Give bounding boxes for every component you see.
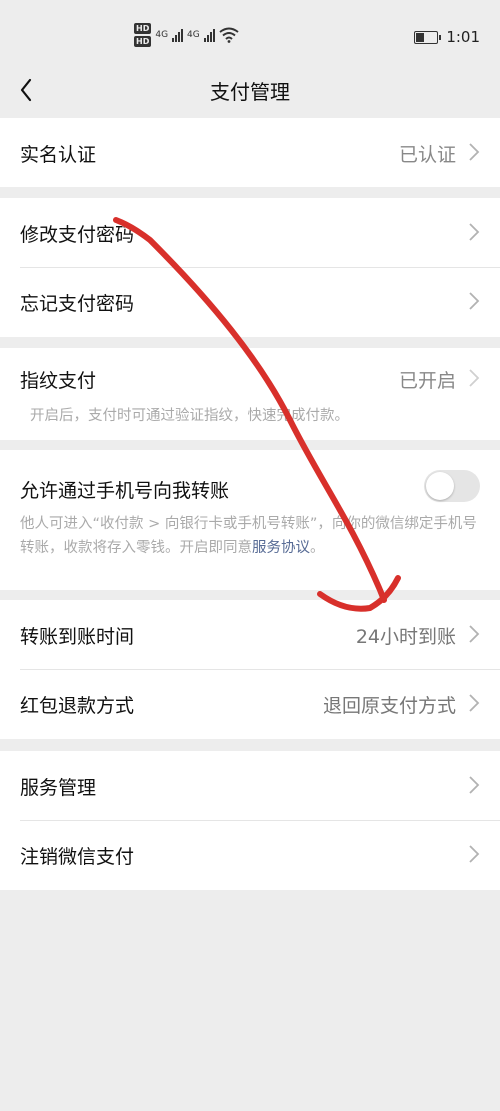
network-type-2: 4G bbox=[187, 30, 200, 40]
battery-icon bbox=[414, 30, 442, 44]
status-bar: HD HD 4G 4G 1:01 bbox=[0, 0, 500, 70]
network-type-1: 4G bbox=[155, 30, 169, 40]
page-title: 支付管理 bbox=[210, 80, 290, 104]
real-name-label: 实名认证 bbox=[20, 144, 97, 166]
arrival-time-label: 转账到账时间 bbox=[20, 626, 135, 648]
forgot-password-row[interactable]: 忘记支付密码 bbox=[0, 267, 500, 336]
service-manage-row[interactable]: 服务管理 bbox=[0, 751, 500, 820]
hd-badge-2: HD bbox=[134, 36, 152, 47]
cancel-wechat-pay-label: 注销微信支付 bbox=[20, 846, 135, 868]
nav-bar: 支付管理 bbox=[0, 70, 500, 118]
chevron-right-icon bbox=[468, 775, 480, 795]
transfer-group: 转账到账时间 24小时到账 红包退款方式 退回原支付方式 bbox=[0, 600, 500, 739]
battery-time: 1:01 bbox=[414, 28, 480, 46]
wifi-icon bbox=[219, 27, 239, 43]
phone-transfer-toggle[interactable] bbox=[424, 470, 480, 502]
real-name-row[interactable]: 实名认证 已认证 bbox=[0, 118, 500, 187]
change-password-row[interactable]: 修改支付密码 bbox=[0, 198, 500, 267]
verify-group: 实名认证 已认证 bbox=[0, 118, 500, 187]
service-manage-label: 服务管理 bbox=[20, 777, 97, 799]
phone-transfer-description: 他人可进入“收付款 > 向银行卡或手机号转账”，向你的微信绑定手机号转账，收款将… bbox=[20, 512, 480, 560]
service-agreement-link[interactable]: 服务协议 bbox=[252, 540, 310, 556]
hd-badge-1: HD bbox=[134, 23, 152, 34]
signal-icon bbox=[172, 28, 184, 42]
chevron-right-icon bbox=[468, 624, 480, 644]
refund-method-label: 红包退款方式 bbox=[20, 695, 135, 717]
phone-transfer-desc-end: 。 bbox=[310, 540, 325, 556]
service-group: 服务管理 注销微信支付 bbox=[0, 751, 500, 890]
change-password-label: 修改支付密码 bbox=[20, 224, 135, 246]
chevron-right-icon bbox=[468, 142, 480, 162]
fingerprint-label: 指纹支付 bbox=[20, 370, 97, 392]
network-status: HD HD 4G 4G bbox=[134, 22, 239, 48]
chevron-right-icon bbox=[468, 368, 480, 388]
password-group: 修改支付密码 忘记支付密码 bbox=[0, 198, 500, 337]
fingerprint-status: 已开启 bbox=[398, 370, 456, 392]
chevron-right-icon bbox=[468, 693, 480, 713]
refund-method-value: 退回原支付方式 bbox=[322, 695, 456, 717]
cancel-wechat-pay-row[interactable]: 注销微信支付 bbox=[0, 820, 500, 889]
phone-transfer-group: 允许通过手机号向我转账 他人可进入“收付款 > 向银行卡或手机号转账”，向你的微… bbox=[0, 450, 500, 590]
chevron-right-icon bbox=[468, 222, 480, 242]
real-name-status: 已认证 bbox=[398, 144, 456, 166]
signal-icon-2 bbox=[203, 28, 215, 42]
phone-transfer-desc-text: 他人可进入“收付款 > 向银行卡或手机号转账”，向你的微信绑定手机号转账，收款将… bbox=[20, 516, 477, 556]
forgot-password-label: 忘记支付密码 bbox=[20, 293, 135, 315]
arrival-time-row[interactable]: 转账到账时间 24小时到账 bbox=[0, 600, 500, 669]
phone-transfer-row: 允许通过手机号向我转账 bbox=[0, 450, 500, 520]
chevron-right-icon bbox=[468, 844, 480, 864]
refund-method-row[interactable]: 红包退款方式 退回原支付方式 bbox=[0, 669, 500, 738]
phone-transfer-label: 允许通过手机号向我转账 bbox=[20, 480, 230, 502]
toggle-knob bbox=[426, 472, 454, 500]
clock: 1:01 bbox=[446, 28, 480, 46]
chevron-right-icon bbox=[468, 291, 480, 311]
fingerprint-description: 开启后，支付时可通过验证指纹，快速完成付款。 bbox=[30, 408, 349, 424]
fingerprint-row[interactable]: 指纹支付 已开启 bbox=[0, 348, 500, 408]
fingerprint-group: 指纹支付 已开启 开启后，支付时可通过验证指纹，快速完成付款。 bbox=[0, 348, 500, 440]
arrival-time-value: 24小时到账 bbox=[355, 626, 456, 648]
hd-icon: HD HD bbox=[134, 22, 152, 48]
